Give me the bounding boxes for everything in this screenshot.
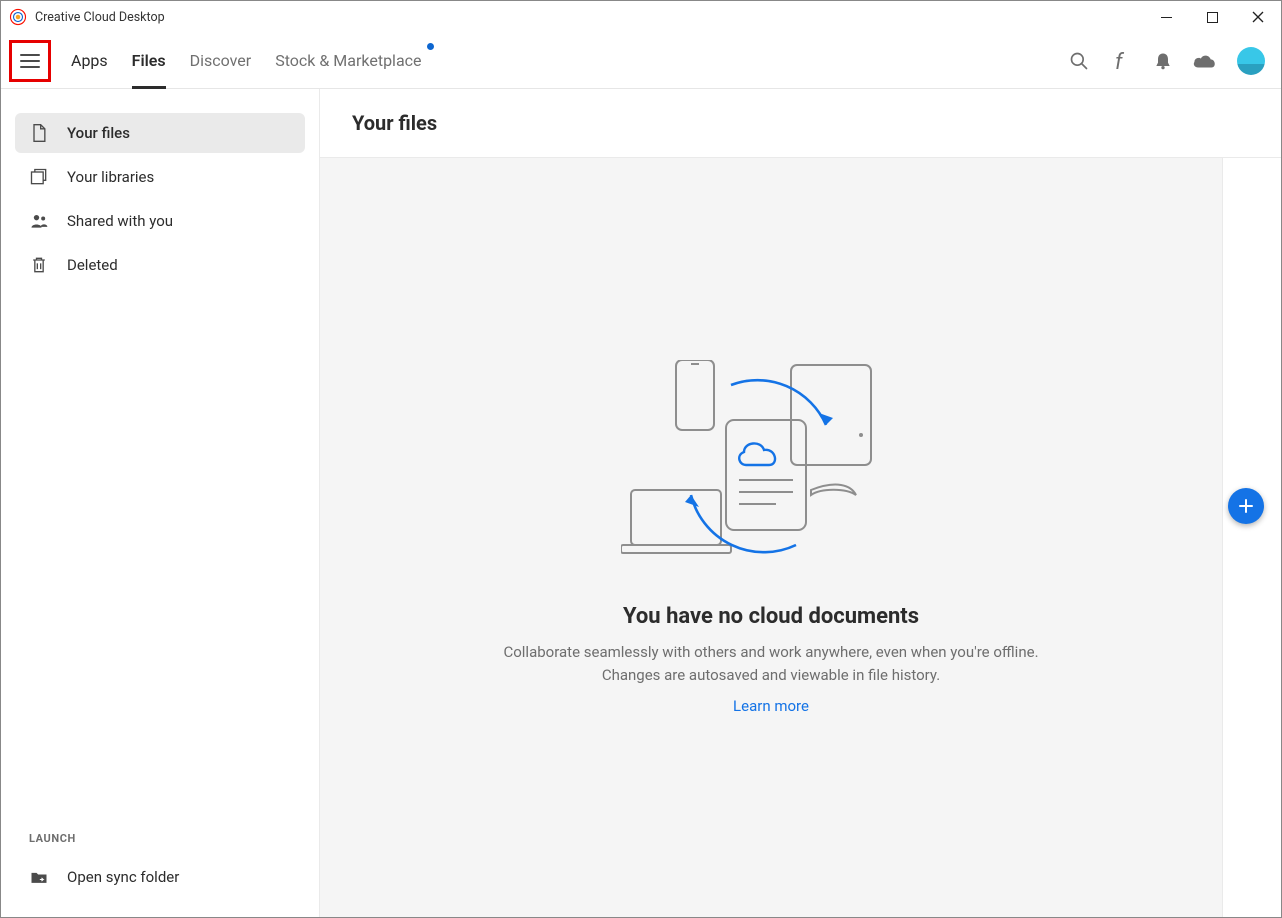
file-icon bbox=[29, 123, 49, 143]
tab-apps[interactable]: Apps bbox=[59, 33, 120, 89]
empty-state-title: You have no cloud documents bbox=[623, 604, 919, 629]
maximize-button[interactable] bbox=[1189, 1, 1235, 33]
main-header: Your files bbox=[320, 89, 1281, 158]
sidebar-item-your-libraries[interactable]: Your libraries bbox=[15, 157, 305, 197]
sidebar-item-label: Your files bbox=[67, 124, 130, 142]
window-title: Creative Cloud Desktop bbox=[35, 10, 1143, 25]
sidebar: Your files Your libraries Shared with yo… bbox=[1, 89, 319, 917]
people-icon bbox=[29, 211, 49, 231]
plus-icon bbox=[1238, 498, 1254, 514]
account-avatar[interactable] bbox=[1237, 47, 1265, 75]
titlebar: Creative Cloud Desktop bbox=[1, 1, 1281, 33]
notifications-button[interactable] bbox=[1145, 43, 1181, 79]
close-button[interactable] bbox=[1235, 1, 1281, 33]
main-tabbar: Apps Files Discover Stock & Marketplace … bbox=[1, 33, 1281, 89]
sidebar-section-launch: LAUNCH bbox=[15, 832, 305, 857]
tab-files[interactable]: Files bbox=[120, 33, 178, 89]
notification-dot-icon bbox=[427, 43, 434, 50]
fonts-button[interactable]: f bbox=[1103, 43, 1139, 79]
sidebar-item-deleted[interactable]: Deleted bbox=[15, 245, 305, 285]
main-panel: Your files You have no clo bbox=[319, 89, 1281, 917]
sidebar-item-open-sync-folder[interactable]: Open sync folder bbox=[15, 857, 305, 897]
menu-button-highlighted[interactable] bbox=[9, 40, 51, 82]
creative-cloud-logo-icon bbox=[9, 8, 27, 26]
search-icon bbox=[1069, 51, 1089, 71]
cloud-documents-illustration-icon bbox=[621, 360, 921, 580]
libraries-icon bbox=[29, 167, 49, 187]
bell-icon bbox=[1153, 51, 1173, 71]
tab-stock-marketplace[interactable]: Stock & Marketplace bbox=[263, 33, 433, 89]
body: Your files Your libraries Shared with yo… bbox=[1, 89, 1281, 917]
fonts-icon: f bbox=[1111, 49, 1131, 73]
page-title: Your files bbox=[352, 111, 1249, 135]
cloud-sync-button[interactable] bbox=[1187, 43, 1223, 79]
menu-icon bbox=[20, 53, 40, 69]
sidebar-item-label: Your libraries bbox=[67, 168, 154, 186]
tab-discover[interactable]: Discover bbox=[178, 33, 264, 89]
empty-state-description: Collaborate seamlessly with others and w… bbox=[491, 641, 1051, 688]
minimize-button[interactable] bbox=[1143, 1, 1189, 33]
learn-more-link[interactable]: Learn more bbox=[733, 697, 809, 715]
sidebar-item-label: Open sync folder bbox=[67, 868, 179, 886]
cloud-icon bbox=[1192, 51, 1218, 71]
sidebar-item-label: Shared with you bbox=[67, 212, 173, 230]
add-button[interactable] bbox=[1228, 488, 1264, 524]
sidebar-item-your-files[interactable]: Your files bbox=[15, 113, 305, 153]
sidebar-item-shared[interactable]: Shared with you bbox=[15, 201, 305, 241]
sidebar-item-label: Deleted bbox=[67, 256, 118, 274]
search-button[interactable] bbox=[1061, 43, 1097, 79]
main-content: You have no cloud documents Collaborate … bbox=[320, 158, 1223, 917]
svg-text:f: f bbox=[1115, 50, 1125, 73]
trash-icon bbox=[29, 255, 49, 275]
folder-sync-icon bbox=[29, 867, 49, 887]
tab-stock-label: Stock & Marketplace bbox=[275, 51, 421, 70]
